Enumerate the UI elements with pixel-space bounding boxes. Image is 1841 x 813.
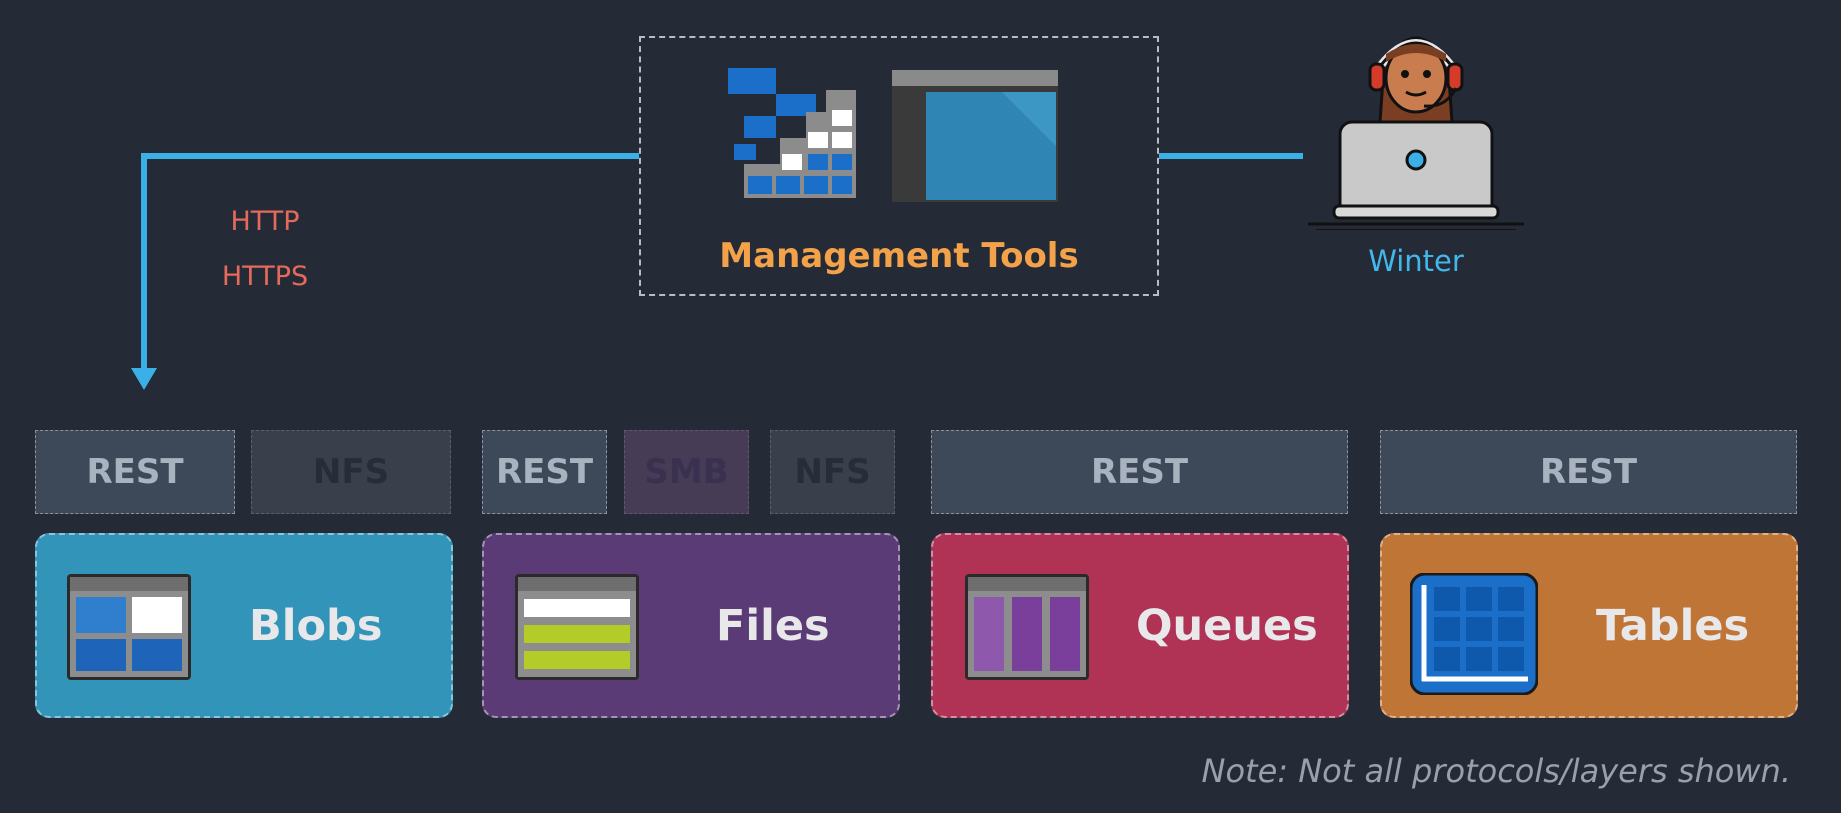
protocol-nfs-files: NFS [770, 430, 895, 514]
arrow-head [131, 368, 157, 390]
https-label: HTTPS [221, 261, 309, 292]
protocol-smb-files: SMB [624, 430, 749, 514]
service-tables: Tables [1380, 533, 1798, 718]
service-label: Queues [1136, 600, 1318, 651]
protocol-rest-tables: REST [1380, 430, 1797, 514]
user-name-label: Winter [1368, 244, 1464, 278]
storage-explorer-icon [728, 68, 856, 198]
service-label: Tables [1596, 600, 1750, 651]
protocol-rest-queues: REST [931, 430, 1348, 514]
footnote: Note: Not all protocols/layers shown. [1201, 752, 1791, 790]
service-blobs: Blobs [35, 533, 453, 718]
protocol-nfs-blobs: NFS [251, 430, 451, 514]
file-storage-icon [515, 574, 639, 680]
service-queues: Queues [931, 533, 1349, 718]
queue-storage-icon [965, 574, 1089, 680]
http-label: HTTP [230, 206, 300, 237]
user-avatar-icon [1308, 36, 1524, 230]
portal-window-icon [892, 70, 1058, 202]
service-label: Files [716, 600, 830, 651]
blob-storage-icon [67, 574, 191, 680]
protocol-rest-blobs: REST [35, 430, 235, 514]
service-label: Blobs [249, 600, 383, 651]
protocol-rest-files: REST [482, 430, 607, 514]
service-files: Files [482, 533, 900, 718]
table-storage-icon [1410, 573, 1538, 695]
management-tools-label: Management Tools [719, 236, 1079, 276]
